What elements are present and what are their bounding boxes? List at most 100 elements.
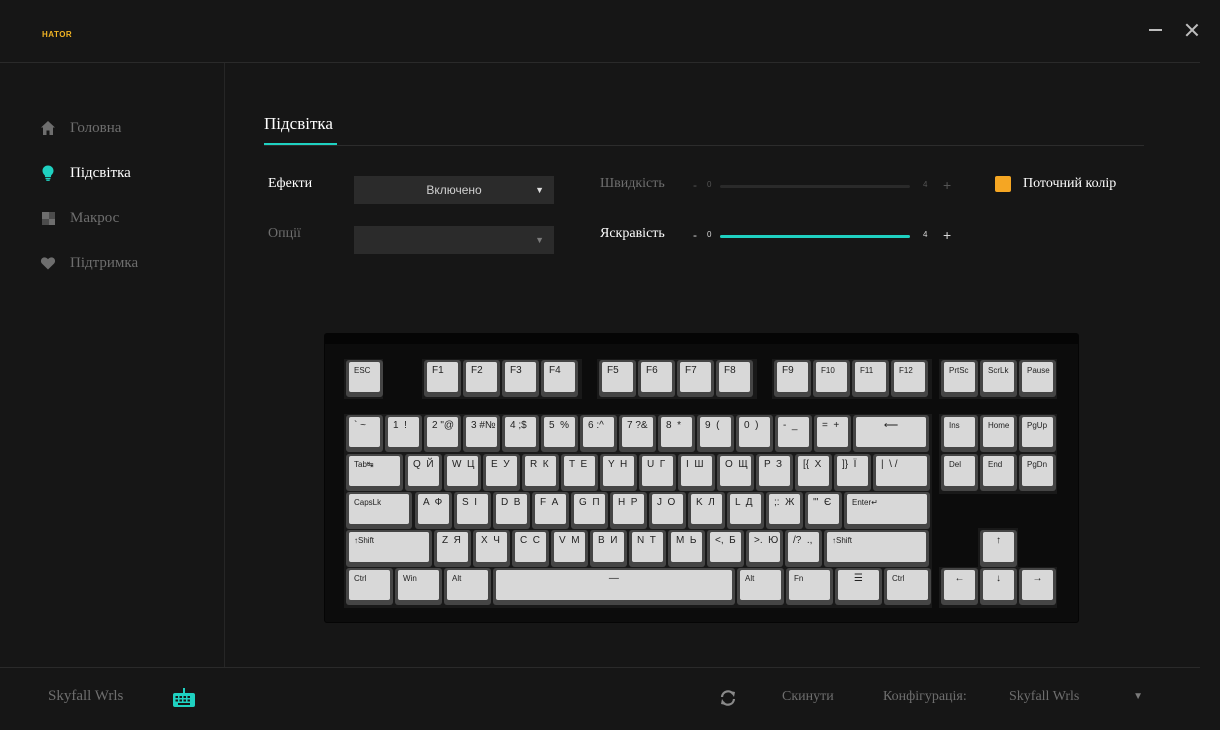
brightness-slider-track[interactable] <box>720 235 910 238</box>
keyboard-key[interactable]: X Ч <box>473 530 510 567</box>
keyboard-key[interactable]: ;: Ж <box>766 492 803 529</box>
keyboard-key[interactable]: Home <box>980 415 1017 452</box>
keyboard-key[interactable]: G П <box>571 492 608 529</box>
keyboard-key[interactable]: S І <box>454 492 491 529</box>
keyboard-key[interactable]: 3 #№ <box>463 415 500 452</box>
keyboard-key[interactable]: PrtSc <box>941 360 978 397</box>
sidebar-item-support[interactable]: Підтримка <box>40 252 138 274</box>
keyboard-key[interactable]: F12 <box>891 360 928 397</box>
keyboard-key[interactable]: Win <box>395 568 442 605</box>
brightness-decrease-button[interactable]: - <box>693 228 697 242</box>
keyboard-key[interactable]: V М <box>551 530 588 567</box>
keyboard-key[interactable]: C С <box>512 530 549 567</box>
minimize-button[interactable] <box>1145 19 1167 41</box>
keyboard-key[interactable]: W Ц <box>444 454 481 491</box>
keyboard-key[interactable]: 4 ;$ <box>502 415 539 452</box>
keyboard-key[interactable]: A Ф <box>415 492 452 529</box>
keyboard-key[interactable]: Ins <box>941 415 978 452</box>
keyboard-key[interactable]: 9 ( <box>697 415 734 452</box>
keyboard-key[interactable]: | \ / <box>873 454 930 491</box>
brightness-increase-button[interactable]: + <box>943 227 951 243</box>
configuration-select[interactable]: Skyfall Wrls ▼ <box>1009 689 1143 707</box>
keyboard-key[interactable]: PgUp <box>1019 415 1056 452</box>
keyboard-key[interactable]: /? ., <box>785 530 822 567</box>
keyboard-key[interactable]: ` ~ <box>346 415 383 452</box>
keyboard-key[interactable]: 6 :^ <box>580 415 617 452</box>
keyboard-key[interactable]: = + <box>814 415 851 452</box>
keyboard-key[interactable]: Fn <box>786 568 833 605</box>
keyboard-key[interactable]: 5 % <box>541 415 578 452</box>
speed-decrease-button[interactable]: - <box>693 178 697 192</box>
sidebar-item-backlight[interactable]: Підсвітка <box>40 162 131 184</box>
current-color-swatch[interactable] <box>995 176 1011 192</box>
keyboard-key[interactable]: ⟵ <box>853 415 929 452</box>
speed-slider-track[interactable] <box>720 185 910 188</box>
keyboard-key[interactable]: F5 <box>599 360 636 397</box>
keyboard-key[interactable]: F8 <box>716 360 753 397</box>
keyboard-key[interactable]: J О <box>649 492 686 529</box>
keyboard-key[interactable]: T Е <box>561 454 598 491</box>
sidebar-item-macro[interactable]: Макрос <box>40 207 119 229</box>
keyboard-key[interactable]: PgDn <box>1019 454 1056 491</box>
close-button[interactable] <box>1181 19 1203 41</box>
keyboard-key[interactable]: — <box>493 568 735 605</box>
keyboard-key[interactable]: Alt <box>737 568 784 605</box>
keyboard-key[interactable]: CapsLk <box>346 492 413 529</box>
options-select[interactable]: ▼ <box>354 226 554 254</box>
keyboard-key[interactable]: → <box>1019 568 1056 605</box>
tab-backlight[interactable]: Підсвітка <box>264 114 333 134</box>
keyboard-key[interactable]: F4 <box>541 360 578 397</box>
keyboard-key[interactable]: F3 <box>502 360 539 397</box>
keyboard-key[interactable]: Q Й <box>405 454 442 491</box>
keyboard-key[interactable]: Ctrl <box>884 568 931 605</box>
keyboard-key[interactable]: ↑ <box>980 530 1017 567</box>
keyboard-key[interactable]: Y Н <box>600 454 637 491</box>
keyboard-key[interactable]: Z Я <box>434 530 471 567</box>
keyboard-key[interactable]: 7 ?& <box>619 415 656 452</box>
keyboard-key[interactable]: 1 ! <box>385 415 422 452</box>
keyboard-key[interactable]: ↑Shift <box>346 530 432 567</box>
keyboard-key[interactable]: F6 <box>638 360 675 397</box>
keyboard-key[interactable]: - _ <box>775 415 812 452</box>
keyboard-key[interactable]: ESC <box>346 360 383 397</box>
keyboard-key[interactable]: 2 "@ <box>424 415 461 452</box>
keyboard-key[interactable]: Pause <box>1019 360 1056 397</box>
keyboard-key[interactable]: ← <box>941 568 978 605</box>
keyboard-key[interactable]: Enter↵ <box>844 492 930 529</box>
keyboard-key[interactable]: Del <box>941 454 978 491</box>
keyboard-key[interactable]: >. Ю <box>746 530 783 567</box>
keyboard-key[interactable]: ]} Ї <box>834 454 871 491</box>
keyboard-key[interactable]: I Ш <box>678 454 715 491</box>
keyboard-key[interactable]: ↑Shift <box>824 530 930 567</box>
effects-select[interactable]: Включено ▼ <box>354 176 554 204</box>
keyboard-key[interactable]: ↓ <box>980 568 1017 605</box>
keyboard-key[interactable]: F7 <box>677 360 714 397</box>
keyboard-key[interactable]: Tab↹ <box>346 454 403 491</box>
keyboard-key[interactable]: F1 <box>424 360 461 397</box>
keyboard-key[interactable]: B И <box>590 530 627 567</box>
keyboard-key[interactable]: Ctrl <box>346 568 393 605</box>
keyboard-key[interactable]: F9 <box>774 360 811 397</box>
keyboard-key[interactable]: L Д <box>727 492 764 529</box>
keyboard-key[interactable]: Alt <box>444 568 491 605</box>
keyboard-key[interactable]: P З <box>756 454 793 491</box>
keyboard-key[interactable]: ScrLk <box>980 360 1017 397</box>
keyboard-key[interactable]: D В <box>493 492 530 529</box>
keyboard-key[interactable]: <, Б <box>707 530 744 567</box>
keyboard-key[interactable]: End <box>980 454 1017 491</box>
keyboard-key[interactable]: F2 <box>463 360 500 397</box>
keyboard-key[interactable]: E У <box>483 454 520 491</box>
keyboard-key[interactable]: N Т <box>629 530 666 567</box>
keyboard-key[interactable]: '" Є <box>805 492 842 529</box>
keyboard-key[interactable]: F11 <box>852 360 889 397</box>
keyboard-key[interactable]: [{ Х <box>795 454 832 491</box>
keyboard-key[interactable]: F А <box>532 492 569 529</box>
keyboard-key[interactable]: M Ь <box>668 530 705 567</box>
keyboard-key[interactable]: H Р <box>610 492 647 529</box>
sidebar-item-home[interactable]: Головна <box>40 117 121 139</box>
keyboard-key[interactable]: R К <box>522 454 559 491</box>
keyboard-key[interactable]: F10 <box>813 360 850 397</box>
keyboard-key[interactable]: 0 ) <box>736 415 773 452</box>
speed-increase-button[interactable]: + <box>943 177 951 193</box>
keyboard-key[interactable]: U Г <box>639 454 676 491</box>
